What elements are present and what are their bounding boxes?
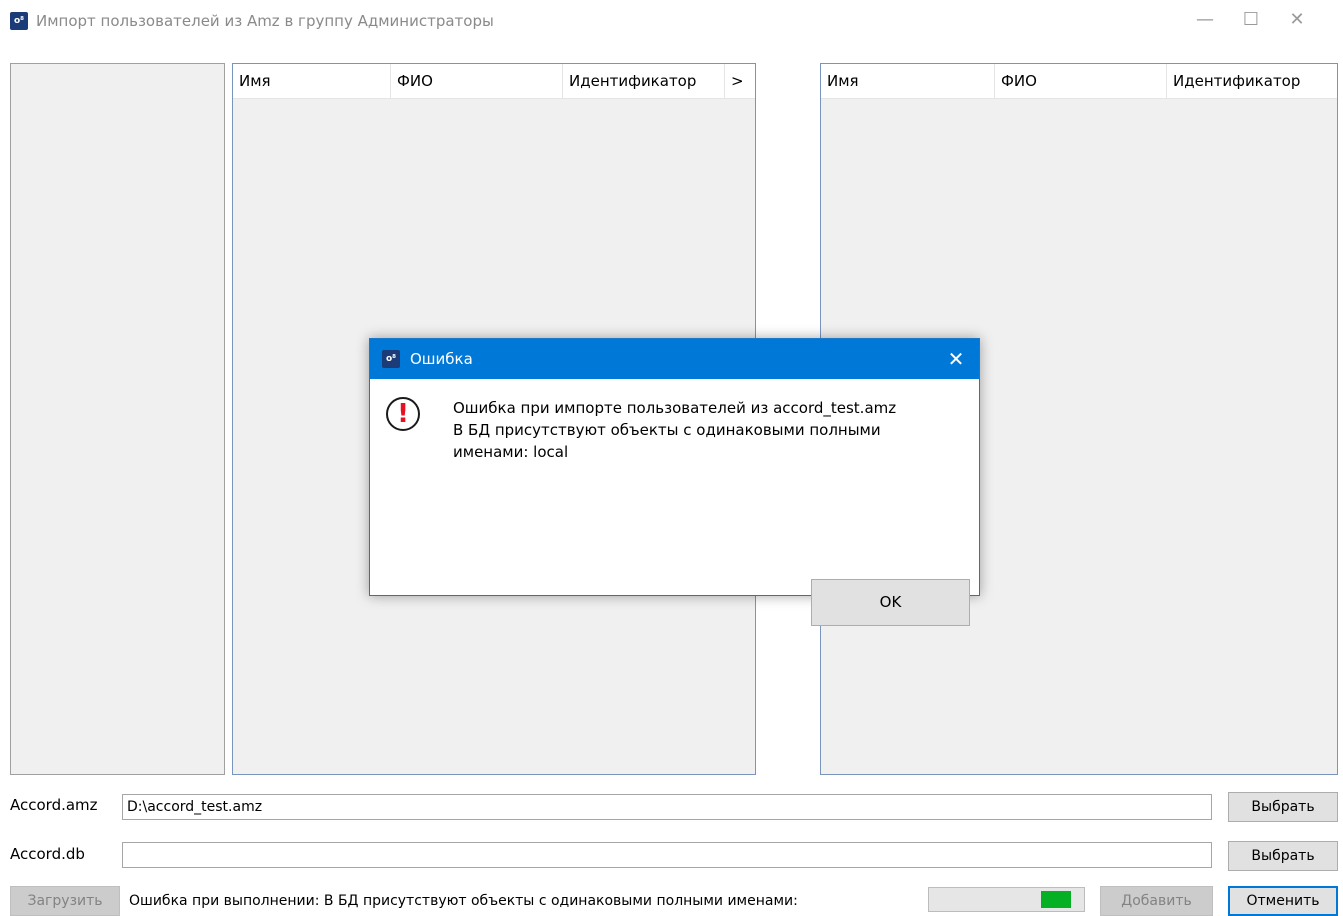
target-list-header: Имя ФИО Идентификатор: [821, 64, 1337, 99]
amz-path-field[interactable]: D:\accord_test.amz: [122, 794, 1212, 820]
column-header-fio[interactable]: ФИО: [391, 64, 563, 98]
dialog-message-line: именами: local: [453, 443, 569, 461]
dialog-message-line: В БД присутствуют объекты с одинаковыми …: [453, 421, 881, 439]
amz-label: Accord.amz: [10, 796, 98, 814]
close-window-button[interactable]: ✕: [1274, 0, 1320, 40]
dialog-title: Ошибка: [410, 350, 473, 368]
dialog-message-line: Ошибка при импорте пользователей из acco…: [453, 399, 897, 417]
dialog-titlebar: o⁸ Ошибка ✕: [370, 339, 979, 379]
column-header-name[interactable]: Имя: [233, 64, 391, 98]
minimize-button[interactable]: —: [1182, 0, 1228, 40]
dialog-message: Ошибка при импорте пользователей из acco…: [453, 397, 963, 463]
progress-fill: [1041, 891, 1071, 908]
column-header-more[interactable]: >: [725, 64, 755, 98]
dialog-app-icon: o⁸: [382, 350, 400, 368]
db-path-field[interactable]: [122, 842, 1212, 868]
db-browse-button[interactable]: Выбрать: [1228, 841, 1338, 871]
add-button[interactable]: Добавить: [1100, 886, 1213, 916]
error-icon: !: [386, 397, 420, 431]
cancel-button[interactable]: Отменить: [1228, 886, 1338, 916]
column-header-name[interactable]: Имя: [821, 64, 995, 98]
progress-bar: [928, 887, 1085, 912]
dialog-close-icon[interactable]: ✕: [933, 339, 979, 379]
status-text: Ошибка при выполнении: В БД присутствуют…: [129, 893, 798, 909]
column-header-id[interactable]: Идентификатор: [563, 64, 725, 98]
window-title: Импорт пользователей из Amz в группу Адм…: [36, 12, 494, 30]
dialog-body: ! Ошибка при импорте пользователей из ac…: [370, 379, 979, 626]
groups-tree-panel[interactable]: [10, 63, 225, 775]
load-button[interactable]: Загрузить: [10, 886, 120, 916]
maximize-button[interactable]: ☐: [1228, 0, 1274, 40]
amz-browse-button[interactable]: Выбрать: [1228, 792, 1338, 822]
db-label: Accord.db: [10, 845, 85, 863]
column-header-fio[interactable]: ФИО: [995, 64, 1167, 98]
ok-button[interactable]: OK: [811, 579, 970, 626]
app-icon: o⁸: [10, 12, 28, 30]
column-header-id[interactable]: Идентификатор: [1167, 64, 1337, 98]
source-list-header: Имя ФИО Идентификатор >: [233, 64, 755, 99]
error-dialog: o⁸ Ошибка ✕ ! Ошибка при импорте пользов…: [369, 338, 980, 626]
